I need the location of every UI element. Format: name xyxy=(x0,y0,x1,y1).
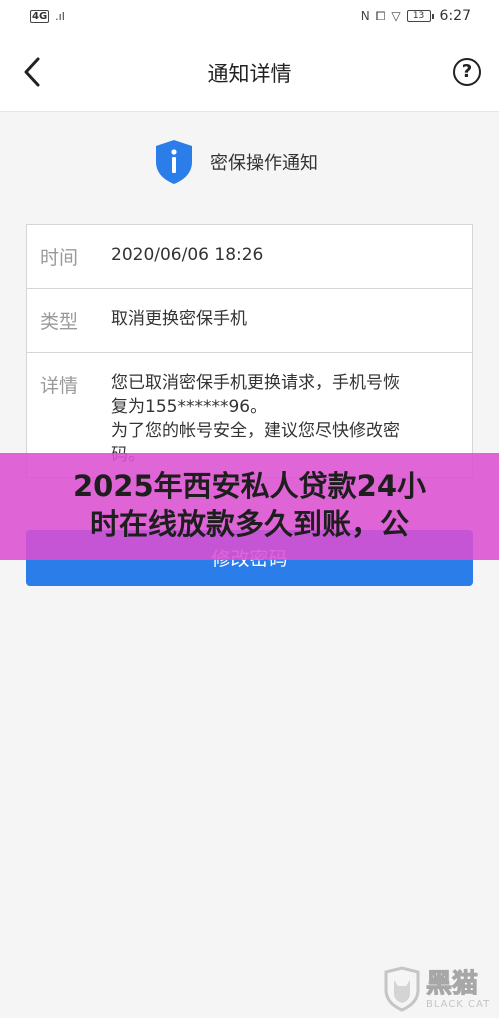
wifi-icon: ▽ xyxy=(391,9,401,23)
watermark-text: 黑猫 BLACK CAT xyxy=(425,968,491,1010)
type-row: 类型 取消更换密保手机 xyxy=(27,289,472,353)
overlay-line-2: 时在线放款多久到账，公 xyxy=(89,507,409,541)
detail-label: 详情 xyxy=(40,375,79,397)
status-time: 6:27 xyxy=(439,8,471,24)
vibrate-icon: ⧠ xyxy=(375,8,386,23)
battery-tip xyxy=(431,13,434,19)
app-header: 通知详情 ? xyxy=(0,32,499,112)
cat-logo-icon xyxy=(382,966,422,1012)
status-right: N ⧠ ▽ 13 6:27 xyxy=(361,8,471,24)
overlay-banner: 2025年西安私人贷款24小 时在线放款多久到账，公 xyxy=(0,453,499,560)
type-label: 类型 xyxy=(40,311,79,333)
nfc-icon: N xyxy=(360,9,370,23)
watermark-en: BLACK CAT xyxy=(426,998,491,1010)
network-type-icon: 4G xyxy=(30,9,50,23)
signal-icon: .ıl xyxy=(55,9,65,23)
detail-line: 您已取消密保手机更换请求，手机号恢 xyxy=(111,373,400,393)
detail-line: 复为155******96。 xyxy=(111,397,268,417)
battery-level: 13 xyxy=(406,10,431,22)
status-bar: 4G .ıl N ⧠ ▽ 13 6:27 xyxy=(0,0,499,32)
type-value: 取消更换密保手机 xyxy=(111,309,247,329)
notice-header: 密保操作通知 xyxy=(152,138,318,186)
time-label: 时间 xyxy=(40,247,79,269)
battery-icon: 13 xyxy=(406,10,434,22)
watermark-cn: 黑猫 xyxy=(425,968,479,999)
time-value: 2020/06/06 18:26 xyxy=(111,245,264,265)
overlay-line-1: 2025年西安私人贷款24小 xyxy=(72,469,427,503)
detail-table: 时间 2020/06/06 18:26 类型 取消更换密保手机 详情 您已取消密… xyxy=(26,224,473,478)
black-cat-watermark: 黑猫 BLACK CAT xyxy=(382,966,490,1012)
status-left: 4G .ıl xyxy=(30,9,65,23)
time-row: 时间 2020/06/06 18:26 xyxy=(27,225,472,289)
shield-info-icon xyxy=(152,138,196,186)
page-title: 通知详情 xyxy=(207,62,292,86)
help-button[interactable]: ? xyxy=(453,58,481,86)
detail-line: 为了您的帐号安全，建议您尽快修改密 xyxy=(111,421,400,441)
notice-title: 密保操作通知 xyxy=(210,153,318,174)
